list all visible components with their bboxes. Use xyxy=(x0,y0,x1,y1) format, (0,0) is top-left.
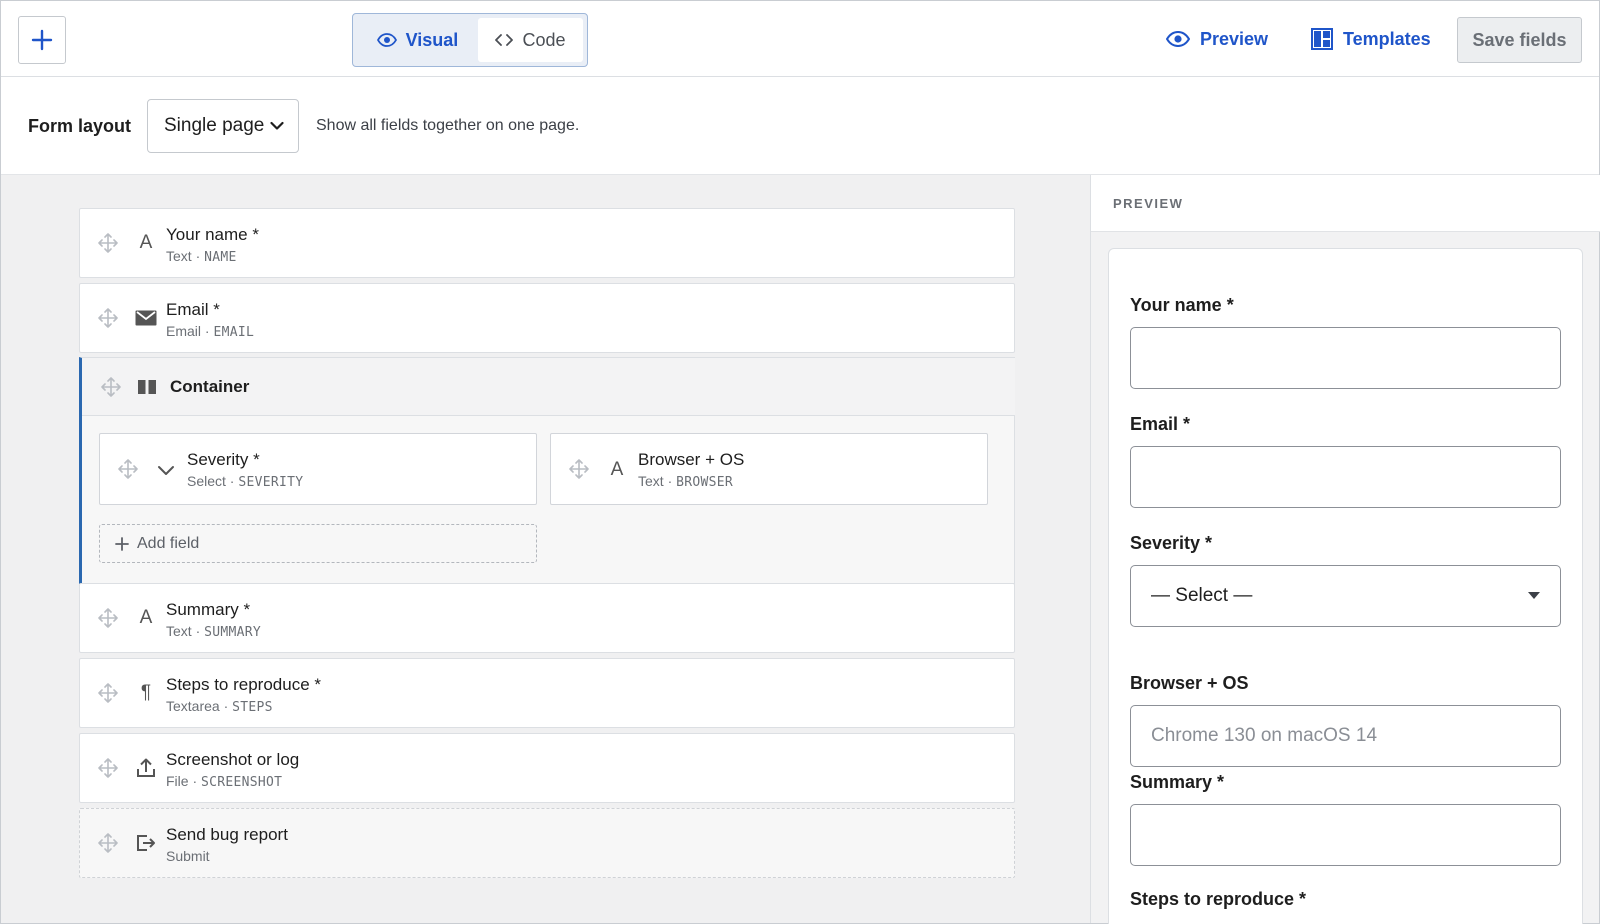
drag-handle-icon[interactable] xyxy=(118,459,138,484)
drag-handle-icon[interactable] xyxy=(98,833,118,858)
tab-code-label: Code xyxy=(522,29,566,50)
code-icon xyxy=(495,34,514,46)
preview-button-label: Preview xyxy=(1200,28,1269,49)
field-meta: Select · SEVERITY xyxy=(187,473,304,490)
preview-input-browser[interactable]: Chrome 130 on macOS 14 xyxy=(1130,705,1561,767)
preview-label-steps: Steps to reproduce * xyxy=(1130,889,1307,909)
container-block[interactable]: Container Severity * Select · SEVERITY A… xyxy=(79,357,1015,584)
tab-visual-label: Visual xyxy=(405,29,459,50)
add-field-button[interactable]: Add field xyxy=(99,524,537,563)
preview-input-email[interactable] xyxy=(1130,446,1561,508)
field-meta: Text · BROWSER xyxy=(638,473,734,490)
form-builder-canvas: A Your name * Text · NAME Email * Email … xyxy=(1,175,1090,923)
chevron-down-icon xyxy=(270,121,284,130)
field-card-screenshot[interactable]: Screenshot or log File · SCREENSHOT xyxy=(79,733,1015,803)
tab-visual[interactable]: Visual xyxy=(357,18,478,62)
preview-header: PREVIEW xyxy=(1091,175,1600,232)
field-card-email[interactable]: Email * Email · EMAIL xyxy=(79,283,1015,353)
preview-form: Your name * Email * Severity * — Select … xyxy=(1108,248,1583,924)
add-field-label: Add field xyxy=(137,534,200,552)
plus-icon xyxy=(31,29,53,51)
eye-icon xyxy=(1166,31,1190,47)
drag-handle-icon[interactable] xyxy=(101,377,121,402)
field-card-steps[interactable]: ¶ Steps to reproduce * Textarea · STEPS xyxy=(79,658,1015,728)
field-meta: Text · NAME xyxy=(166,248,237,265)
columns-icon xyxy=(138,380,156,399)
chevron-down-icon xyxy=(154,458,178,482)
preview-header-label: PREVIEW xyxy=(1113,196,1184,211)
caret-down-icon xyxy=(1528,592,1540,599)
form-layout-value: Single page xyxy=(164,115,265,136)
field-title: Severity * xyxy=(187,450,260,469)
templates-icon xyxy=(1311,28,1333,50)
preview-label-name: Your name * xyxy=(1130,295,1234,315)
preview-select-value: — Select — xyxy=(1151,585,1253,606)
templates-button-label: Templates xyxy=(1343,28,1431,49)
form-layout-row: Form layout Single page Show all fields … xyxy=(1,78,1599,175)
paragraph-icon: ¶ xyxy=(140,682,152,703)
preview-label-browser: Browser + OS xyxy=(1130,673,1249,693)
form-layout-label: Form layout xyxy=(28,116,132,136)
drag-handle-icon[interactable] xyxy=(569,459,589,484)
upload-icon xyxy=(134,756,158,780)
plus-icon xyxy=(115,536,129,551)
add-block-button[interactable] xyxy=(18,16,66,64)
drag-handle-icon[interactable] xyxy=(98,308,118,333)
preview-button[interactable]: Preview xyxy=(1166,23,1268,55)
preview-input-summary[interactable] xyxy=(1130,804,1561,866)
editor-mode-toggle: Visual Code xyxy=(352,13,588,67)
preview-panel: PREVIEW Your name * Email * Severity * —… xyxy=(1090,175,1600,924)
field-title: Steps to reproduce * xyxy=(166,675,321,694)
field-title: Send bug report xyxy=(166,825,288,844)
text-icon: A xyxy=(139,607,153,628)
field-title: Summary * xyxy=(166,600,251,619)
container-title: Container xyxy=(170,377,250,396)
envelope-icon xyxy=(134,306,158,330)
field-card-name[interactable]: A Your name * Text · NAME xyxy=(79,208,1015,278)
preview-select-severity[interactable]: — Select — xyxy=(1130,565,1561,627)
field-meta: Textarea · STEPS xyxy=(166,698,273,715)
eye-icon xyxy=(376,33,397,47)
preview-label-severity: Severity * xyxy=(1130,533,1213,553)
field-card-submit[interactable]: Send bug report Submit xyxy=(79,808,1015,878)
drag-handle-icon[interactable] xyxy=(98,758,118,783)
preview-input-name[interactable] xyxy=(1130,327,1561,389)
drag-handle-icon[interactable] xyxy=(98,683,118,708)
preview-label-email: Email * xyxy=(1130,414,1191,434)
field-meta: Submit xyxy=(166,848,210,864)
field-meta: File · SCREENSHOT xyxy=(166,773,283,790)
field-card-browser[interactable]: A Browser + OS Text · BROWSER xyxy=(550,433,988,505)
container-header: Container xyxy=(82,358,1015,416)
text-icon: A xyxy=(139,232,153,253)
drag-handle-icon[interactable] xyxy=(98,608,118,633)
preview-label-summary: Summary * xyxy=(1130,772,1225,792)
text-icon: A xyxy=(610,459,624,480)
top-toolbar: Visual Code Preview Templates Save field… xyxy=(1,1,1599,77)
drag-handle-icon[interactable] xyxy=(98,233,118,258)
submit-icon xyxy=(134,831,158,855)
field-title: Email * xyxy=(166,300,220,319)
field-title: Your name * xyxy=(166,225,259,244)
field-meta: Text · SUMMARY xyxy=(166,623,262,640)
form-layout-help: Show all fields together on one page. xyxy=(316,117,580,134)
field-card-summary[interactable]: A Summary * Text · SUMMARY xyxy=(79,583,1015,653)
templates-button[interactable]: Templates xyxy=(1311,23,1431,55)
field-title: Browser + OS xyxy=(638,450,745,469)
tab-code[interactable]: Code xyxy=(477,18,583,62)
form-layout-select[interactable]: Single page xyxy=(147,99,299,153)
field-title: Screenshot or log xyxy=(166,750,300,769)
field-meta: Email · EMAIL xyxy=(166,323,255,340)
save-fields-button[interactable]: Save fields xyxy=(1457,17,1582,63)
field-card-severity[interactable]: Severity * Select · SEVERITY xyxy=(99,433,537,505)
